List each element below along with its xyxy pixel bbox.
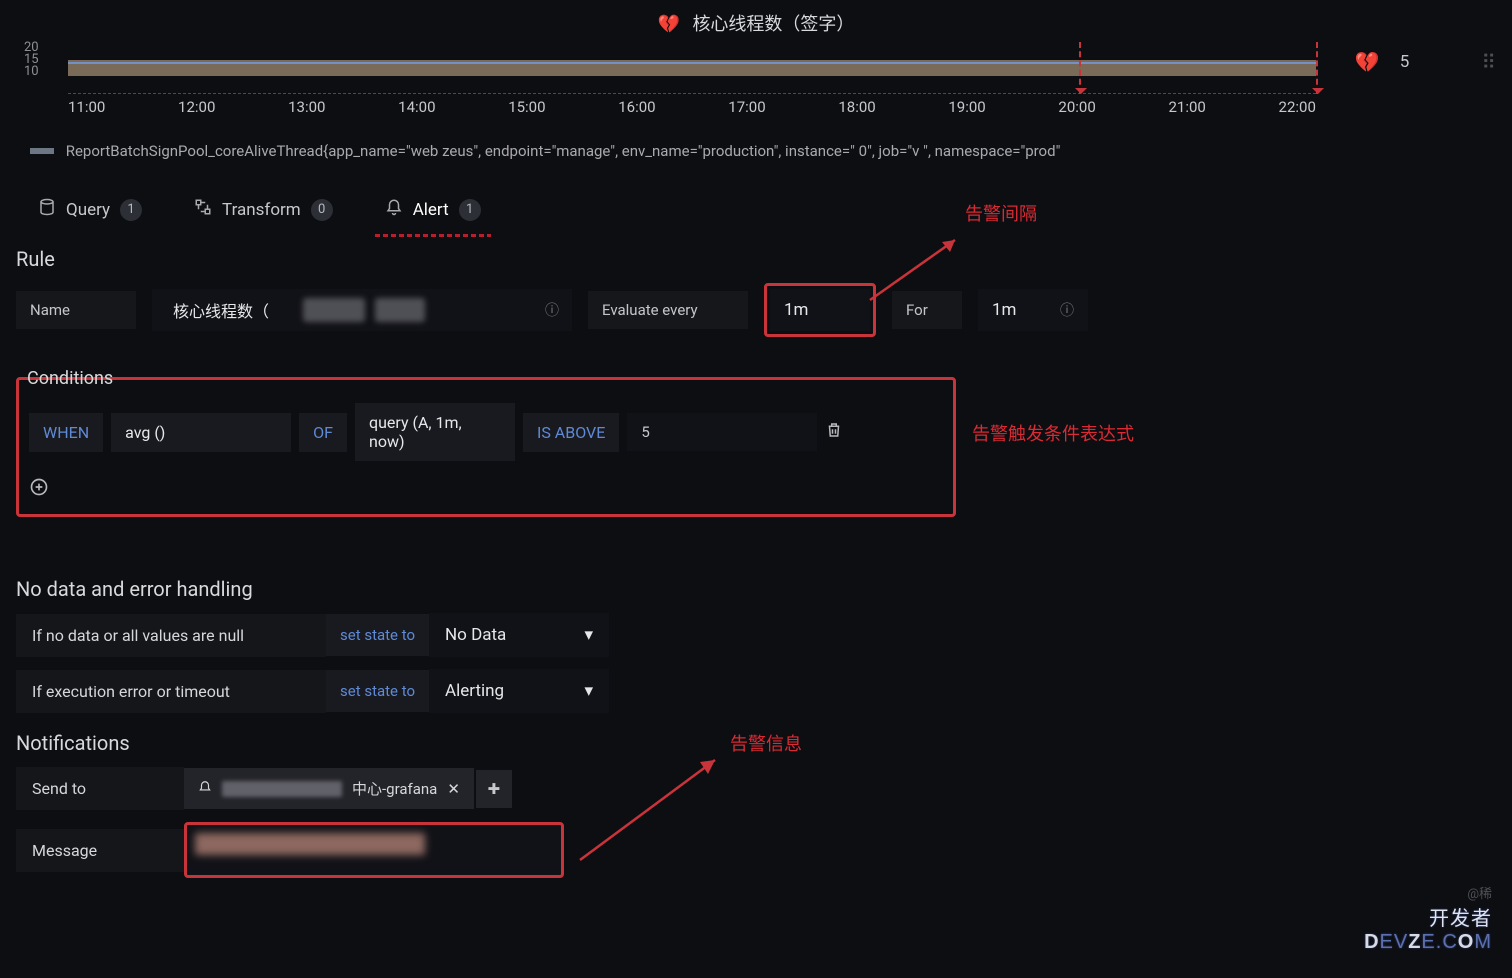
- chevron-down-icon: ▾: [584, 625, 593, 645]
- annotation-condition: 告警触发条件表达式: [972, 420, 1134, 446]
- legend-value: 5: [1400, 52, 1410, 72]
- sendto-row: Send to 中心-grafana ✕ ✚: [16, 767, 1496, 810]
- chart-legend: 💔 5 ⠿: [1355, 50, 1496, 74]
- set-state-label: set state to: [326, 614, 429, 656]
- set-state-label: set state to: [326, 670, 429, 712]
- broken-heart-icon: 💔: [658, 14, 680, 35]
- alert-marker: [1316, 42, 1318, 94]
- of-keyword: OF: [299, 413, 347, 452]
- info-icon[interactable]: ⓘ: [1060, 300, 1074, 320]
- transform-icon: [194, 198, 212, 221]
- add-condition-button[interactable]: [29, 477, 49, 502]
- aggregation-select[interactable]: avg (): [111, 413, 291, 452]
- nodata-row-2: If execution error or timeout set state …: [16, 669, 1496, 713]
- when-keyword[interactable]: WHEN: [29, 413, 103, 452]
- evaluate-input[interactable]: 1m: [770, 289, 870, 331]
- name-input[interactable]: 核心线程数（ ⓘ: [152, 289, 572, 331]
- remove-chip-button[interactable]: ✕: [447, 780, 460, 798]
- for-label: For: [892, 291, 962, 329]
- x-axis-ticks: 11:00 12:00 13:00 14:00 15:00 16:00 17:0…: [68, 98, 1316, 116]
- conditions-box: Conditions WHEN avg () OF query (A, 1m, …: [16, 377, 956, 517]
- error-state-select[interactable]: Alerting ▾: [429, 669, 609, 713]
- tab-transform-count: 0: [311, 199, 333, 221]
- rule-row: Name 核心线程数（ ⓘ Evaluate every 1m For 1m ⓘ: [0, 283, 1512, 337]
- broken-heart-icon: 💔: [1355, 50, 1380, 74]
- apps-grid-icon[interactable]: ⠿: [1481, 50, 1496, 74]
- panel-tabs: Query 1 Transform 0 Alert 1: [28, 190, 1512, 229]
- panel-title-text: 核心线程数（签字）: [692, 14, 854, 35]
- panel-title: 💔 核心线程数（签字）: [0, 0, 1512, 42]
- nodata-label-2: If execution error or timeout: [16, 670, 326, 713]
- chart-plot-area: [68, 42, 1316, 94]
- bell-icon: [385, 198, 403, 221]
- operator-select[interactable]: IS ABOVE: [523, 413, 619, 452]
- nodata-state-select[interactable]: No Data ▾: [429, 613, 609, 657]
- notification-channel-chip[interactable]: 中心-grafana ✕: [184, 768, 474, 809]
- message-input[interactable]: [184, 822, 564, 878]
- for-input[interactable]: 1m ⓘ: [978, 289, 1088, 331]
- tab-transform[interactable]: Transform 0: [184, 190, 343, 229]
- query-select[interactable]: query (A, 1m, now): [355, 403, 515, 461]
- database-icon: [38, 198, 56, 221]
- message-row: Message: [16, 822, 1496, 878]
- alert-marker: [1079, 42, 1081, 94]
- y-axis-ticks: 20 15 10: [24, 42, 39, 78]
- evaluate-highlight: 1m: [764, 283, 876, 337]
- rule-heading: Rule: [16, 247, 1512, 271]
- conditions-heading: Conditions: [27, 368, 943, 389]
- nodata-row-1: If no data or all values are null set st…: [16, 613, 1496, 657]
- chevron-down-icon: ▾: [584, 681, 593, 701]
- tab-alert-count: 1: [459, 199, 481, 221]
- tab-query[interactable]: Query 1: [28, 190, 152, 229]
- nodata-heading: No data and error handling: [16, 577, 1512, 601]
- series-label: ReportBatchSignPool_coreAliveThread{app_…: [30, 142, 1496, 160]
- delete-icon[interactable]: [825, 421, 843, 444]
- name-label: Name: [16, 291, 136, 329]
- bell-icon: [198, 780, 212, 798]
- add-channel-button[interactable]: ✚: [476, 770, 512, 808]
- chart-panel[interactable]: 20 15 10 💔 5 ⠿ 11:00 12:00 13:00 14:00 1…: [16, 42, 1496, 138]
- tab-query-count: 1: [120, 199, 142, 221]
- sendto-label: Send to: [16, 767, 184, 810]
- nodata-label-1: If no data or all values are null: [16, 614, 326, 657]
- threshold-input[interactable]: 5: [627, 413, 817, 451]
- watermark: @稀 开发者 DEVZE.COM: [1364, 883, 1492, 954]
- message-label: Message: [16, 829, 184, 872]
- tab-alert[interactable]: Alert 1: [375, 190, 491, 229]
- annotation-interval: 告警间隔: [965, 200, 1037, 226]
- info-icon[interactable]: ⓘ: [545, 300, 559, 320]
- annotation-message: 告警信息: [730, 730, 802, 756]
- evaluate-every-label: Evaluate every: [588, 291, 748, 329]
